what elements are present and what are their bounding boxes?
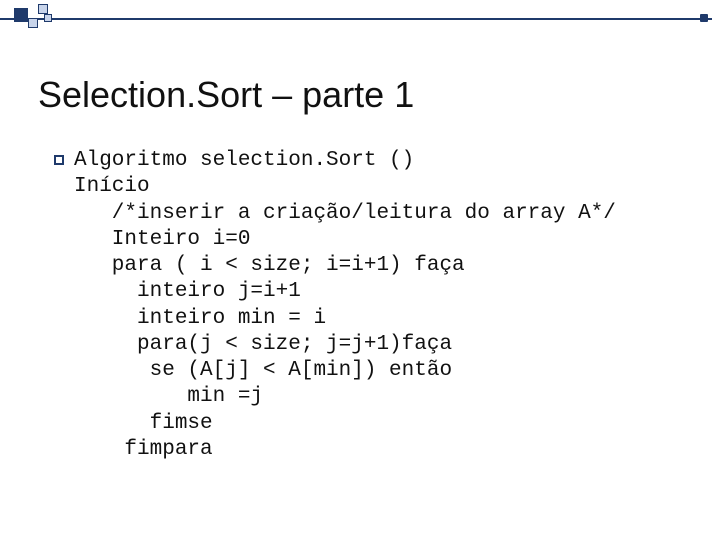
decor-square-icon xyxy=(28,18,38,28)
code-line: Inteiro i=0 xyxy=(74,227,616,253)
decor-dot-icon xyxy=(700,14,708,22)
slide-body: Algoritmo selection.Sort () Início /*ins… xyxy=(54,148,680,463)
decor-bar xyxy=(0,4,720,36)
code-line: para(j < size; j=j+1)faça xyxy=(74,332,616,358)
code-block: Algoritmo selection.Sort () Início /*ins… xyxy=(54,148,680,463)
decor-line xyxy=(0,18,712,20)
decor-square-icon xyxy=(38,4,48,14)
code-line: fimse xyxy=(74,411,616,437)
code-line: min =j xyxy=(74,384,616,410)
code-line: para ( i < size; i=i+1) faça xyxy=(74,253,616,279)
slide: Selection.Sort – parte 1 Algoritmo selec… xyxy=(0,0,720,540)
code-line: fimpara xyxy=(74,437,616,463)
code-line: inteiro min = i xyxy=(74,306,616,332)
decor-square-icon xyxy=(14,8,28,22)
code-line: se (A[j] < A[min]) então xyxy=(74,358,616,384)
slide-title: Selection.Sort – parte 1 xyxy=(38,74,414,116)
code-line: Início xyxy=(74,174,616,200)
code-line: inteiro j=i+1 xyxy=(74,279,616,305)
code-line: Algoritmo selection.Sort () xyxy=(74,148,616,174)
code-line: /*inserir a criação/leitura do array A*/ xyxy=(74,201,616,227)
code-lines: Algoritmo selection.Sort () Início /*ins… xyxy=(74,148,616,463)
decor-square-icon xyxy=(44,14,52,22)
bullet-icon xyxy=(54,155,64,165)
